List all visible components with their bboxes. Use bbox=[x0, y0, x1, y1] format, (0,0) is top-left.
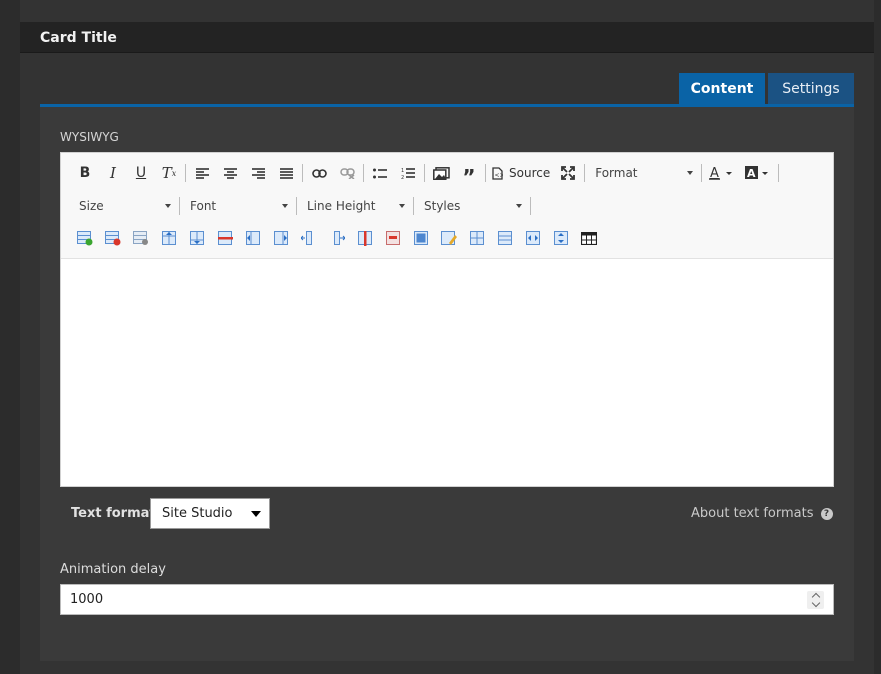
toolbar-row-3 bbox=[71, 224, 603, 252]
merge-cells-icon[interactable] bbox=[407, 225, 435, 251]
toolbar-separator bbox=[584, 164, 586, 182]
chevron-down-icon bbox=[251, 511, 261, 517]
svg-text:1: 1 bbox=[401, 168, 404, 174]
maximize-icon[interactable] bbox=[554, 160, 582, 186]
italic-icon[interactable]: I bbox=[99, 160, 127, 186]
justify-icon[interactable] bbox=[272, 160, 300, 186]
editor-toolbar: B I U Tx 12 ” <> Source Format A A Size … bbox=[61, 153, 833, 259]
font-label: Font bbox=[190, 199, 217, 213]
link-icon[interactable] bbox=[305, 160, 333, 186]
tab-settings[interactable]: Settings bbox=[768, 73, 854, 104]
animation-delay-value: 1000 bbox=[70, 592, 104, 607]
styles-dropdown[interactable]: Styles bbox=[416, 194, 528, 218]
chevron-down-icon bbox=[399, 204, 405, 208]
toolbar-separator bbox=[424, 164, 425, 182]
insert-row-before-icon[interactable] bbox=[155, 225, 183, 251]
table-icon[interactable] bbox=[575, 225, 603, 251]
split-column-icon[interactable] bbox=[295, 225, 323, 251]
source-button[interactable]: <> Source bbox=[488, 160, 554, 186]
source-label: Source bbox=[509, 166, 551, 180]
text-format-label: Text format bbox=[71, 506, 156, 521]
align-left-icon[interactable] bbox=[188, 160, 216, 186]
size-dropdown[interactable]: Size bbox=[71, 194, 177, 218]
spinner-down-icon[interactable] bbox=[811, 598, 820, 608]
tab-content[interactable]: Content bbox=[679, 73, 765, 104]
merge-column-icon[interactable] bbox=[323, 225, 351, 251]
toolbar-separator bbox=[701, 164, 703, 182]
insert-column-after-icon[interactable] bbox=[267, 225, 295, 251]
svg-text:<>: <> bbox=[495, 172, 504, 179]
format-dropdown[interactable]: Format bbox=[587, 161, 699, 185]
table-properties-icon[interactable] bbox=[127, 225, 155, 251]
animation-delay-label: Animation delay bbox=[60, 562, 166, 577]
chevron-down-icon bbox=[165, 204, 171, 208]
source-icon: <> bbox=[492, 166, 504, 180]
font-dropdown[interactable]: Font bbox=[182, 194, 294, 218]
toolbar-separator bbox=[530, 197, 531, 215]
numbered-list-icon[interactable]: 12 bbox=[394, 160, 422, 186]
background-color-icon[interactable]: A bbox=[740, 160, 776, 186]
card-header: Card Title bbox=[20, 22, 874, 53]
line-height-dropdown[interactable]: Line Height bbox=[299, 194, 411, 218]
underline-icon[interactable]: U bbox=[127, 160, 155, 186]
toolbar-separator bbox=[363, 164, 364, 182]
chevron-down-icon bbox=[282, 204, 288, 208]
svg-text:A: A bbox=[747, 167, 756, 180]
toolbar-separator bbox=[778, 164, 780, 182]
align-right-icon[interactable] bbox=[244, 160, 272, 186]
card-title: Card Title bbox=[40, 30, 117, 46]
bulleted-list-icon[interactable] bbox=[366, 160, 394, 186]
bold-icon[interactable]: B bbox=[71, 160, 99, 186]
remove-format-icon[interactable]: Tx bbox=[155, 160, 183, 186]
tab-bar: Content Settings bbox=[40, 73, 854, 107]
image-icon[interactable] bbox=[427, 160, 455, 186]
insert-column-before-icon[interactable] bbox=[239, 225, 267, 251]
line-height-label: Line Height bbox=[307, 199, 376, 213]
svg-text:2: 2 bbox=[401, 175, 404, 179]
split-cell-vertical-icon[interactable] bbox=[491, 225, 519, 251]
animation-delay-input[interactable]: 1000 bbox=[60, 584, 834, 615]
blockquote-icon[interactable]: ” bbox=[455, 160, 483, 189]
chevron-down-icon bbox=[516, 204, 522, 208]
delete-row-icon[interactable] bbox=[211, 225, 239, 251]
wysiwyg-editor: B I U Tx 12 ” <> Source Format A A Size … bbox=[60, 152, 834, 487]
delete-cell-icon[interactable] bbox=[379, 225, 407, 251]
split-cell-horizontal-icon[interactable] bbox=[463, 225, 491, 251]
merge-right-icon[interactable] bbox=[519, 225, 547, 251]
delete-column-icon[interactable] bbox=[351, 225, 379, 251]
toolbar-separator bbox=[302, 164, 303, 182]
table-insert-row-icon[interactable] bbox=[71, 225, 99, 251]
merge-down-icon[interactable] bbox=[547, 225, 575, 251]
toolbar-separator bbox=[413, 197, 414, 215]
about-text-formats-link[interactable]: About text formats ? bbox=[691, 506, 833, 521]
text-color-icon[interactable]: A bbox=[704, 160, 740, 186]
format-label: Format bbox=[595, 166, 638, 180]
chevron-down-icon bbox=[687, 171, 694, 175]
styles-label: Styles bbox=[424, 199, 461, 213]
toolbar-separator bbox=[296, 197, 297, 215]
cell-properties-icon[interactable] bbox=[435, 225, 463, 251]
text-format-select[interactable]: Site Studio bbox=[150, 498, 270, 529]
toolbar-separator bbox=[179, 197, 180, 215]
text-format-selected: Site Studio bbox=[162, 506, 233, 521]
toolbar-row-2: Size Font Line Height Styles bbox=[71, 192, 533, 220]
size-label: Size bbox=[79, 199, 104, 213]
number-spinner[interactable] bbox=[807, 591, 824, 609]
toolbar-separator bbox=[185, 164, 186, 182]
table-delete-icon[interactable] bbox=[99, 225, 127, 251]
align-center-icon[interactable] bbox=[216, 160, 244, 186]
unlink-icon[interactable] bbox=[333, 160, 361, 186]
toolbar-separator bbox=[485, 164, 486, 182]
help-icon: ? bbox=[820, 507, 833, 520]
insert-row-after-icon[interactable] bbox=[183, 225, 211, 251]
svg-text:A: A bbox=[710, 166, 719, 180]
wysiwyg-label: WYSIWYG bbox=[60, 130, 119, 144]
about-text-formats-label: About text formats bbox=[691, 506, 814, 521]
toolbar-row-1: B I U Tx 12 ” <> Source Format A A bbox=[71, 159, 781, 189]
